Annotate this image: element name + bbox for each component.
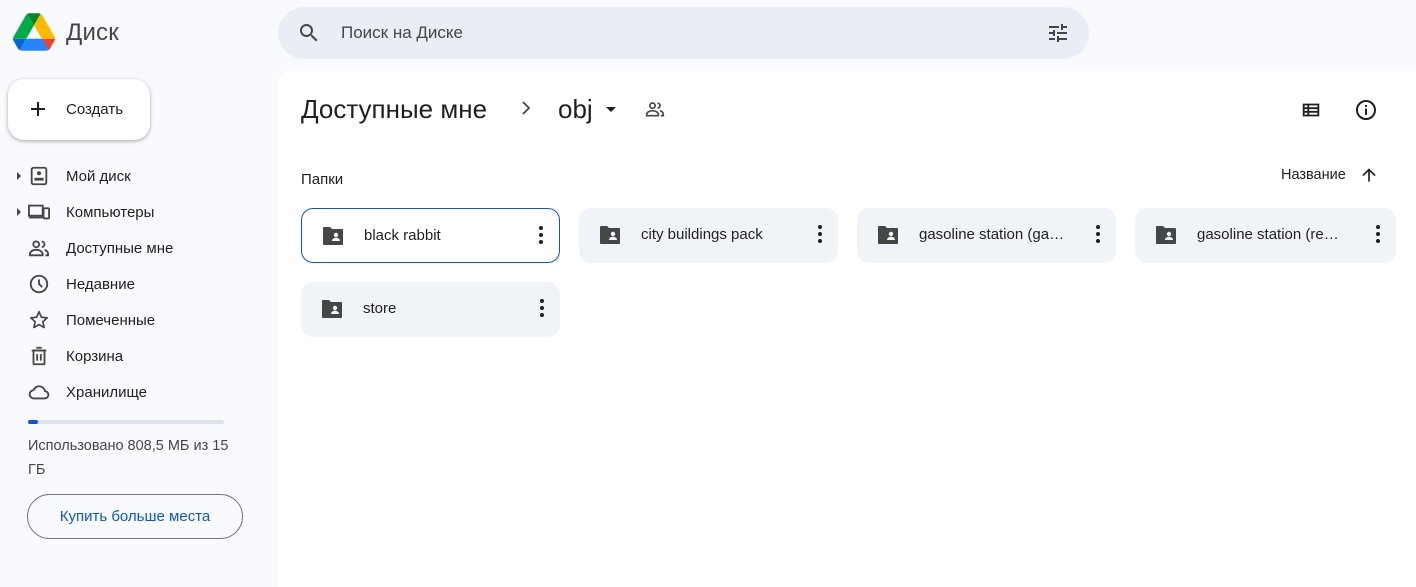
- sidebar-item-label: Мой диск: [66, 168, 131, 185]
- breadcrumb-parent[interactable]: Доступные мне: [301, 94, 487, 125]
- cloud-icon: [28, 385, 50, 400]
- search-options-icon[interactable]: [1046, 21, 1070, 45]
- storage-usage-text: Использовано 808,5 МБ из 15 ГБ: [28, 438, 229, 478]
- sidebar-item-label: Недавние: [66, 276, 135, 293]
- expand-caret-icon[interactable]: [17, 172, 21, 180]
- more-options-icon[interactable]: [818, 225, 822, 243]
- shared-folder-icon: [322, 300, 342, 318]
- sort-by-name-button[interactable]: Название: [1281, 167, 1346, 183]
- folder-name: black rabbit: [364, 227, 441, 244]
- more-options-icon[interactable]: [1096, 225, 1100, 243]
- star-icon: [29, 310, 49, 329]
- shared-folder-icon: [600, 226, 620, 244]
- app-name: Диск: [66, 19, 119, 46]
- main-panel: Доступные мне obj Папки Название black r…: [278, 69, 1416, 587]
- folder-card[interactable]: city buildings pack: [579, 208, 838, 263]
- search-input[interactable]: [341, 20, 1021, 46]
- sidebar-item-recent[interactable]: Недавние: [0, 266, 262, 302]
- chevron-right-icon: [522, 101, 531, 115]
- drive-logo-icon: [13, 13, 55, 51]
- my-drive-icon: [30, 166, 48, 186]
- folder-name: city buildings pack: [641, 226, 763, 243]
- sidebar-item-label: Корзина: [66, 348, 124, 365]
- buy-storage-button[interactable]: Купить больше места: [27, 494, 243, 539]
- sidebar-item-starred[interactable]: Помеченные: [0, 302, 262, 338]
- folder-card[interactable]: store: [301, 282, 560, 337]
- sidebar-item-storage[interactable]: Хранилище: [0, 374, 262, 410]
- folder-name: gasoline station (realistic): [1197, 226, 1347, 243]
- plus-icon: [31, 102, 45, 116]
- sidebar-item-shared[interactable]: Доступные мне: [0, 230, 262, 266]
- storage-progress-bar: [28, 420, 224, 424]
- search-bar[interactable]: [278, 7, 1089, 59]
- more-options-icon[interactable]: [1376, 225, 1380, 243]
- shared-folder-icon: [323, 227, 343, 245]
- sidebar-item-label: Доступные мне: [66, 240, 174, 257]
- expand-caret-icon[interactable]: [17, 208, 21, 216]
- sidebar-item-label: Компьютеры: [66, 204, 155, 221]
- sidebar-item-computers[interactable]: Компьютеры: [0, 194, 262, 230]
- shared-folder-icon: [878, 226, 898, 244]
- storage-progress-fill: [28, 420, 39, 424]
- arrow-up-icon[interactable]: [1359, 165, 1379, 185]
- sidebar-item-label: Хранилище: [66, 384, 147, 401]
- folder-card[interactable]: gasoline station (gas pack): [857, 208, 1116, 263]
- breadcrumb-current[interactable]: obj: [558, 94, 593, 125]
- trash-icon: [31, 346, 47, 366]
- search-icon[interactable]: [297, 21, 321, 45]
- folders-section-label: Папки: [301, 171, 344, 188]
- computers-icon: [28, 204, 50, 220]
- sidebar-item-my-drive[interactable]: Мой диск: [0, 158, 262, 194]
- folder-card[interactable]: gasoline station (realistic): [1135, 208, 1396, 263]
- shared-with-me-icon: [28, 240, 50, 257]
- info-icon[interactable]: [1354, 98, 1378, 122]
- more-options-icon[interactable]: [540, 299, 544, 317]
- shared-folder-people-icon: [645, 102, 665, 117]
- clock-icon: [29, 274, 49, 294]
- dropdown-arrow-icon[interactable]: [606, 107, 616, 112]
- folder-card[interactable]: black rabbit: [301, 208, 560, 263]
- sidebar-nav: Мой диск Компьютеры Доступные мне Недавн…: [0, 158, 262, 410]
- sidebar-item-trash[interactable]: Корзина: [0, 338, 262, 374]
- sidebar-item-label: Помеченные: [66, 312, 156, 329]
- more-options-icon[interactable]: [539, 226, 543, 244]
- create-button[interactable]: Создать: [8, 79, 150, 140]
- list-view-icon[interactable]: [1300, 99, 1322, 121]
- create-button-label: Создать: [66, 101, 124, 118]
- shared-folder-icon: [1156, 226, 1176, 244]
- folder-name: gasoline station (gas pack): [919, 226, 1069, 243]
- folder-name: store: [363, 300, 397, 317]
- drive-logo[interactable]: [13, 13, 55, 51]
